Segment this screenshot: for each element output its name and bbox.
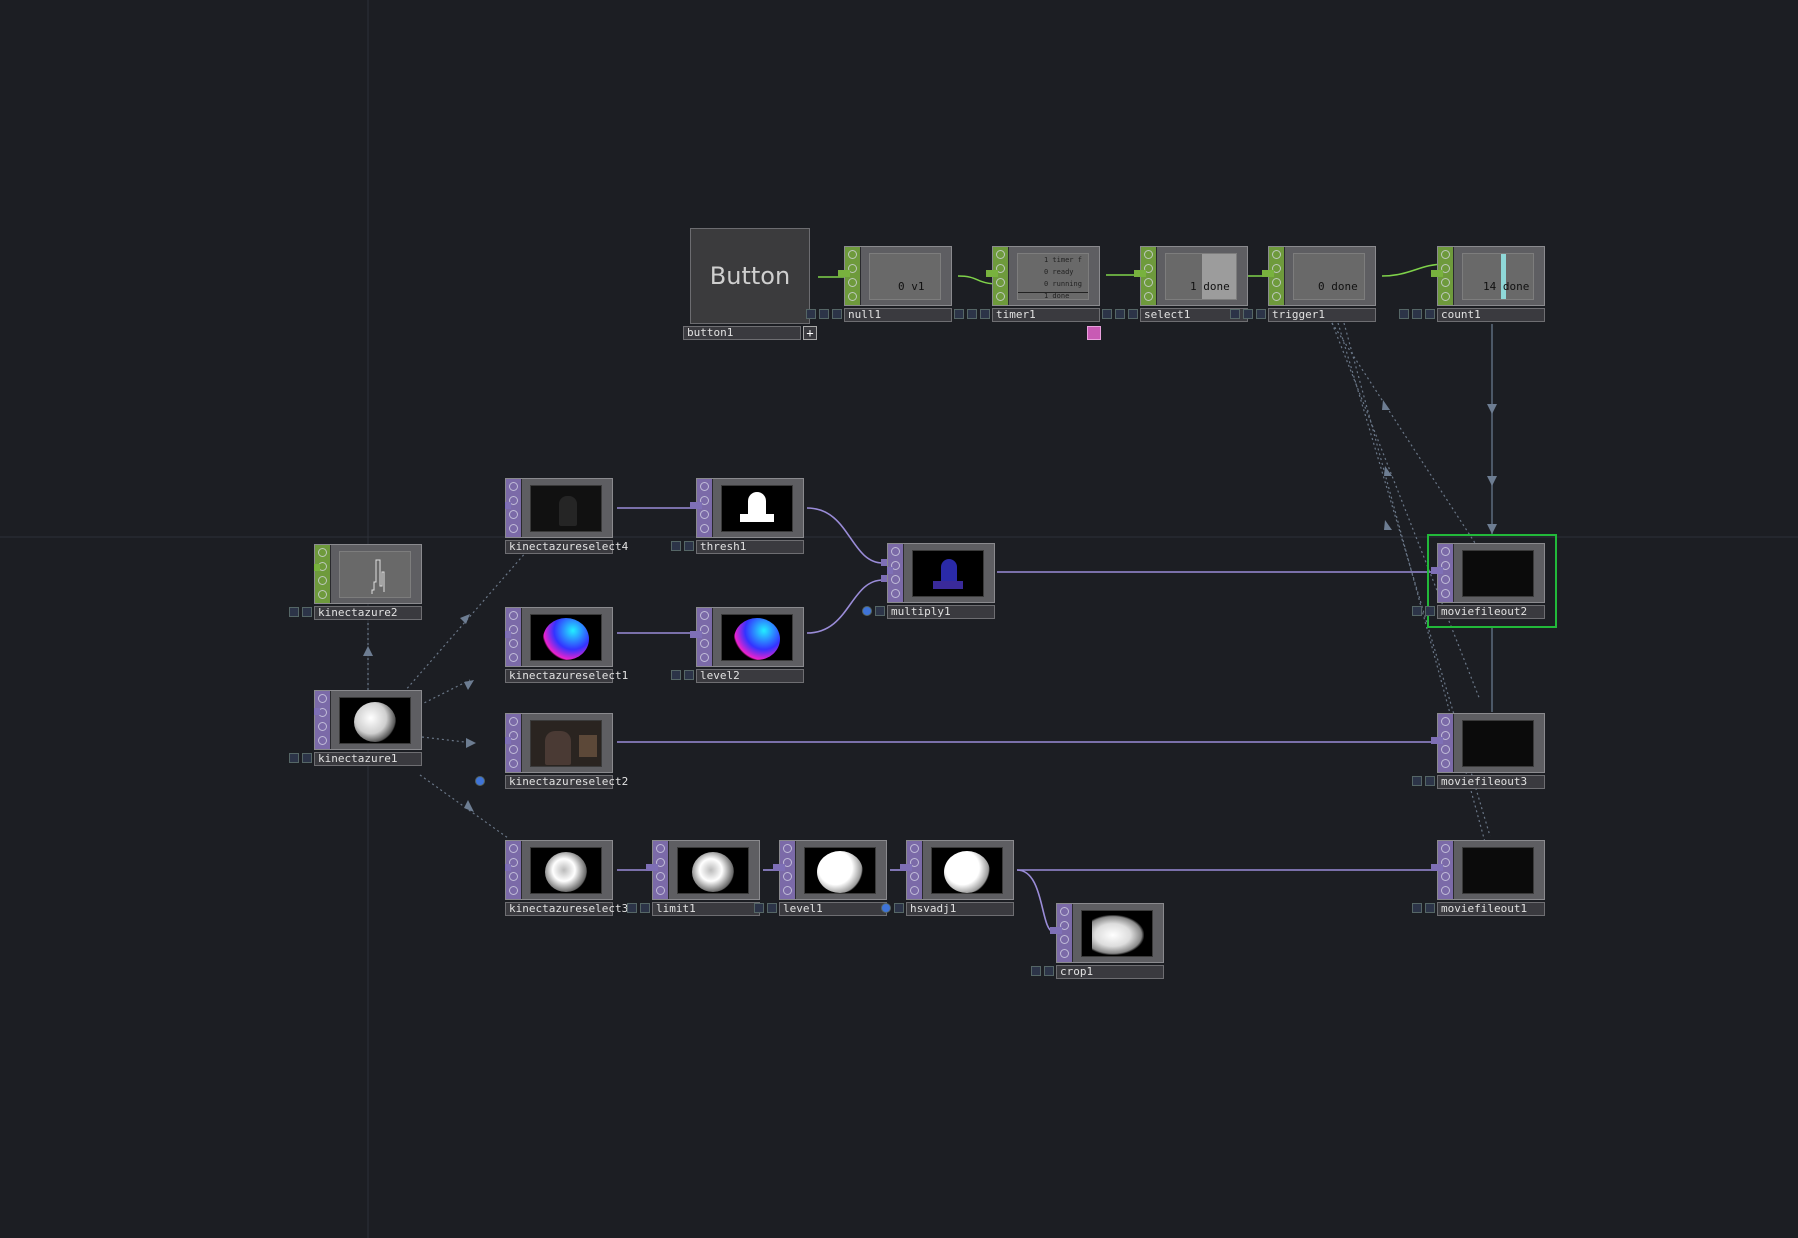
viewer-flag-icon[interactable] — [289, 607, 299, 617]
status-row: 1 timer f — [1044, 256, 1082, 264]
status-row: 1 done — [1044, 292, 1070, 300]
channel-value: 0 done — [1318, 280, 1358, 293]
channel-value: 14 done — [1483, 280, 1530, 293]
add-icon[interactable] — [302, 607, 312, 617]
status-row: 0 running — [1044, 280, 1082, 288]
channel-value: 1 done — [1190, 280, 1230, 293]
cook-marker-icon[interactable] — [1087, 326, 1101, 340]
add-icon[interactable] — [1128, 309, 1138, 319]
node-label[interactable]: crop1 — [1056, 965, 1164, 979]
viewer-flag-icon[interactable] — [289, 753, 299, 763]
add-icon[interactable] — [1425, 776, 1435, 786]
display-flag-icon[interactable] — [819, 309, 829, 319]
node-label[interactable]: null1 — [844, 308, 952, 322]
node-label[interactable]: level1 — [779, 902, 887, 916]
viewer-flag-icon[interactable] — [1102, 309, 1112, 319]
node-label[interactable]: moviefileout1 — [1437, 902, 1545, 916]
node-label[interactable]: hsvadj1 — [906, 902, 1014, 916]
add-icon[interactable]: + — [803, 326, 817, 340]
viewer-flag-icon[interactable] — [627, 903, 637, 913]
add-icon[interactable] — [767, 903, 777, 913]
add-icon[interactable] — [1425, 309, 1435, 319]
add-icon[interactable] — [1425, 903, 1435, 913]
node-label[interactable]: kinectazure2 — [314, 606, 422, 620]
add-icon[interactable] — [980, 309, 990, 319]
display-flag-icon[interactable] — [1412, 309, 1422, 319]
add-icon[interactable] — [302, 753, 312, 763]
add-icon[interactable] — [832, 309, 842, 319]
viewer-flag-icon[interactable] — [881, 903, 891, 913]
node-label[interactable]: kinectazureselect3 — [505, 902, 628, 916]
add-icon[interactable] — [894, 903, 904, 913]
node-label-button1[interactable]: button1 — [683, 326, 801, 340]
button-widget[interactable]: Button — [690, 228, 810, 324]
add-icon[interactable] — [1425, 606, 1435, 616]
viewer-flag-icon[interactable] — [1399, 309, 1409, 319]
display-flag-icon[interactable] — [967, 309, 977, 319]
channel-value: 0 v1 — [898, 280, 925, 293]
add-icon[interactable] — [640, 903, 650, 913]
viewer-flag-icon[interactable] — [1031, 966, 1041, 976]
node-label[interactable]: thresh1 — [696, 540, 804, 554]
display-flag-icon[interactable] — [1115, 309, 1125, 319]
viewer-flag-icon[interactable] — [1412, 903, 1422, 913]
viewer-flag-icon[interactable] — [1412, 606, 1422, 616]
viewer-flag-icon[interactable] — [806, 309, 816, 319]
node-label[interactable]: trigger1 — [1268, 308, 1376, 322]
status-row: 0 ready — [1044, 268, 1074, 276]
node-label[interactable]: moviefileout2 — [1437, 605, 1545, 619]
viewer-flag-icon[interactable] — [475, 776, 485, 786]
node-label[interactable]: limit1 — [652, 902, 760, 916]
display-flag-icon[interactable] — [1243, 309, 1253, 319]
viewer-flag-icon[interactable] — [671, 541, 681, 551]
node-label[interactable]: moviefileout3 — [1437, 775, 1545, 789]
viewer-flag-icon[interactable] — [1230, 309, 1240, 319]
node-label[interactable]: kinectazureselect4 — [505, 540, 628, 554]
add-icon[interactable] — [1256, 309, 1266, 319]
node-label[interactable]: kinectazure1 — [314, 752, 422, 766]
viewer-flag-icon[interactable] — [754, 903, 764, 913]
node-label[interactable]: level2 — [696, 669, 804, 683]
node-label[interactable]: timer1 — [992, 308, 1100, 322]
add-icon[interactable] — [684, 541, 694, 551]
viewer-flag-icon[interactable] — [671, 670, 681, 680]
node-label[interactable]: multiply1 — [887, 605, 995, 619]
add-icon[interactable] — [684, 670, 694, 680]
add-icon[interactable] — [875, 606, 885, 616]
viewer-flag-icon[interactable] — [862, 606, 872, 616]
waveform-graph — [371, 559, 385, 594]
add-icon[interactable] — [1044, 966, 1054, 976]
node-label[interactable]: kinectazureselect2 — [505, 775, 628, 789]
viewer-flag-icon[interactable] — [1412, 776, 1422, 786]
node-label[interactable]: count1 — [1437, 308, 1545, 322]
viewer-flag-icon[interactable] — [954, 309, 964, 319]
node-label[interactable]: kinectazureselect1 — [505, 669, 628, 683]
